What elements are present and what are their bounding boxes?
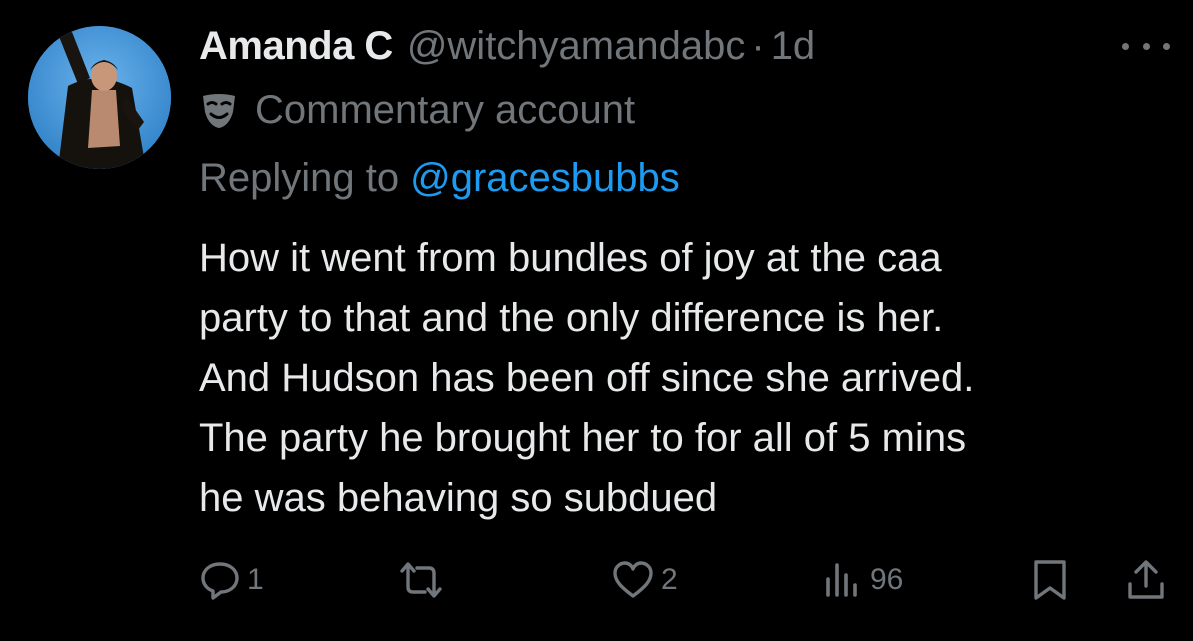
account-label[interactable]: Commentary account xyxy=(199,84,635,136)
reply-icon xyxy=(199,559,241,601)
separator-dot: · xyxy=(751,23,765,68)
more-dot-icon xyxy=(1163,42,1170,50)
user-handle[interactable]: @witchyamandabc xyxy=(407,24,746,69)
reply-button[interactable]: 1 xyxy=(199,555,264,605)
reply-context: Replying to @gracesbubbs xyxy=(199,152,680,204)
tweet-text-line: The party he brought her to for all of 5… xyxy=(199,416,967,460)
repost-button[interactable] xyxy=(398,555,450,605)
action-bar: 1 2 96 xyxy=(0,555,1193,605)
tweet-text-line: And Hudson has been off since she arrive… xyxy=(199,356,975,400)
tweet-text-line: party to that and the only difference is… xyxy=(199,296,944,340)
display-name[interactable]: Amanda C xyxy=(199,24,393,69)
tweet-text-line: How it went from bundles of joy at the c… xyxy=(199,236,942,280)
like-button[interactable]: 2 xyxy=(611,555,678,605)
timestamp[interactable]: 1d xyxy=(771,24,816,69)
heart-icon xyxy=(611,559,655,601)
theater-mask-icon xyxy=(199,90,239,130)
bookmark-icon xyxy=(1030,558,1070,602)
bookmark-button[interactable] xyxy=(1030,555,1070,605)
more-dot-icon xyxy=(1142,42,1150,50)
analytics-icon xyxy=(820,559,864,601)
views-count: 96 xyxy=(870,563,904,596)
reply-handle-link[interactable]: @gracesbubbs xyxy=(410,156,680,201)
repost-icon xyxy=(398,559,444,601)
like-count: 2 xyxy=(661,563,678,596)
reply-prefix: Replying to xyxy=(199,155,400,200)
avatar[interactable] xyxy=(28,26,171,169)
tweet-header: Amanda C @witchyamandabc · 1d xyxy=(199,20,815,72)
views-button[interactable]: 96 xyxy=(820,555,903,605)
share-icon xyxy=(1124,558,1168,602)
more-dot-icon xyxy=(1122,42,1129,50)
tweet-text-line: he was behaving so subdued xyxy=(199,476,718,520)
tweet-text: How it went from bundles of joy at the c… xyxy=(199,228,1159,528)
share-button[interactable] xyxy=(1124,555,1168,605)
reply-count: 1 xyxy=(247,563,264,596)
more-options-button[interactable] xyxy=(1122,32,1170,60)
account-label-text: Commentary account xyxy=(255,87,636,132)
tweet[interactable]: Amanda C @witchyamandabc · 1d Commentary… xyxy=(0,0,1193,641)
